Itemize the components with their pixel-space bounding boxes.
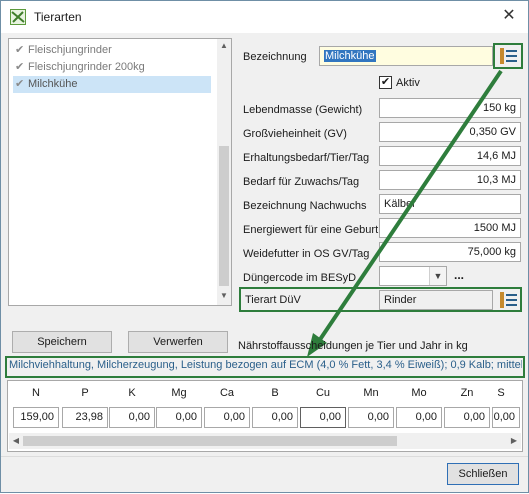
aktiv-checkbox[interactable]: ✔ <box>379 76 392 89</box>
save-button[interactable]: Speichern <box>12 331 112 353</box>
value-cell-s[interactable]: 0,00 <box>492 407 520 428</box>
close-icon[interactable]: ✕ <box>498 6 520 28</box>
scroll-up-icon[interactable]: ▲ <box>219 41 229 51</box>
naehrstoff-description: Milchviehhaltung, Milcherzeugung, Leistu… <box>9 359 522 371</box>
scroll-thumb[interactable] <box>23 436 397 446</box>
scroll-down-icon[interactable]: ▼ <box>219 291 229 301</box>
erhaltungsbedarf-input[interactable]: 14,6 MJ <box>379 146 521 166</box>
column-header: Mg <box>171 387 187 399</box>
bedarf-zuwachs-input[interactable]: 10,3 MJ <box>379 170 521 190</box>
column-header: S <box>497 387 505 399</box>
value-cell-cu[interactable]: 0,00 <box>300 407 346 428</box>
duengercode-select[interactable]: ▼ <box>379 266 447 286</box>
value-cell-ca[interactable]: 0,00 <box>204 407 250 428</box>
discard-button[interactable]: Verwerfen <box>128 331 228 353</box>
scroll-thumb[interactable] <box>219 146 229 286</box>
column-header: Mn <box>363 387 379 399</box>
grid-scrollbar[interactable]: ◀ ▶ <box>9 433 521 449</box>
value-cell-b[interactable]: 0,00 <box>252 407 298 428</box>
more-button[interactable]: ... <box>454 268 464 282</box>
bezeichnung-value: Milchkühe <box>324 50 376 62</box>
value-cell-mo[interactable]: 0,00 <box>396 407 442 428</box>
field-label: Bezeichnung Nachwuchs <box>243 200 367 212</box>
tierart-input[interactable]: Rinder <box>379 290 493 310</box>
value-cell-mn[interactable]: 0,00 <box>348 407 394 428</box>
field-label: Erhaltungsbedarf/Tier/Tag <box>243 152 370 164</box>
value-cell-p[interactable]: 23,98 <box>62 407 108 428</box>
list-picker-icon[interactable] <box>497 46 519 66</box>
weidefutter-input[interactable]: 75,000 kg <box>379 242 521 262</box>
chevron-down-icon[interactable]: ▼ <box>429 267 446 285</box>
column-header: P <box>81 387 89 399</box>
check-icon: ✔ <box>15 78 25 90</box>
column-header: B <box>271 387 279 399</box>
check-icon: ✔ <box>15 61 25 73</box>
list-item-label: Fleischjungrinder 200kg <box>28 61 145 73</box>
column-header: Cu <box>315 387 331 399</box>
value-cell-zn[interactable]: 0,00 <box>444 407 490 428</box>
bezeichnung-label: Bezeichnung <box>243 51 307 63</box>
tierart-label: Tierart DüV <box>245 294 301 306</box>
list-item[interactable]: ✔ Fleischjungrinder 200kg <box>13 59 145 76</box>
dialog-window: Tierarten ✕ ✔ Fleischjungrinder ✔ Fleisc… <box>0 0 529 493</box>
list-item[interactable]: ✔ Fleischjungrinder <box>13 42 112 59</box>
column-header: Ca <box>219 387 235 399</box>
column-header: N <box>32 387 40 399</box>
gv-input[interactable]: 0,350 GV <box>379 122 521 142</box>
check-icon: ✔ <box>380 76 391 88</box>
field-label: Weidefutter in OS GV/Tag <box>243 248 370 260</box>
list-scrollbar[interactable]: ▲ ▼ <box>217 39 231 305</box>
value-cell-mg[interactable]: 0,00 <box>156 407 202 428</box>
bezeichnung-input[interactable]: Milchkühe <box>319 46 493 66</box>
title-bar: Tierarten ✕ <box>1 1 528 33</box>
list-item-selected[interactable]: ✔ Milchkühe <box>13 76 211 93</box>
scroll-left-icon[interactable]: ◀ <box>10 435 22 447</box>
list-item-label: Milchkühe <box>28 78 78 90</box>
field-label: Bedarf für Zuwachs/Tag <box>243 176 360 188</box>
naehrstoff-grid: N P K Mg Ca B Cu Mn Mo Zn S 159,00 23,98… <box>7 380 523 452</box>
duengercode-label: Düngercode im BESyD <box>243 272 357 284</box>
aktiv-label: Aktiv <box>396 77 420 89</box>
column-header: Mo <box>411 387 427 399</box>
energiewert-input[interactable]: 1500 MJ <box>379 218 521 238</box>
app-icon <box>10 9 26 25</box>
tierarten-list[interactable]: ✔ Fleischjungrinder ✔ Fleischjungrinder … <box>8 38 232 306</box>
value-cell-n[interactable]: 159,00 <box>13 407 59 428</box>
list-picker-icon[interactable] <box>497 290 519 310</box>
check-icon: ✔ <box>15 44 25 56</box>
field-label: Lebendmasse (Gewicht) <box>243 104 363 116</box>
naehrstoff-header: Nährstoffausscheidungen je Tier und Jahr… <box>238 340 468 352</box>
lebendmasse-input[interactable]: 150 kg <box>379 98 521 118</box>
window-title: Tierarten <box>34 10 82 24</box>
close-button[interactable]: Schließen <box>447 463 519 485</box>
scroll-right-icon[interactable]: ▶ <box>508 435 520 447</box>
column-header: Zn <box>460 387 474 399</box>
value-cell-k[interactable]: 0,00 <box>109 407 155 428</box>
list-item-label: Fleischjungrinder <box>28 44 112 56</box>
divider <box>1 456 528 457</box>
nachwuchs-input[interactable]: Kälber <box>379 194 521 214</box>
column-header: K <box>128 387 136 399</box>
field-label: Großvieheinheit (GV) <box>243 128 347 140</box>
field-label: Energiewert für eine Geburt <box>243 224 379 236</box>
